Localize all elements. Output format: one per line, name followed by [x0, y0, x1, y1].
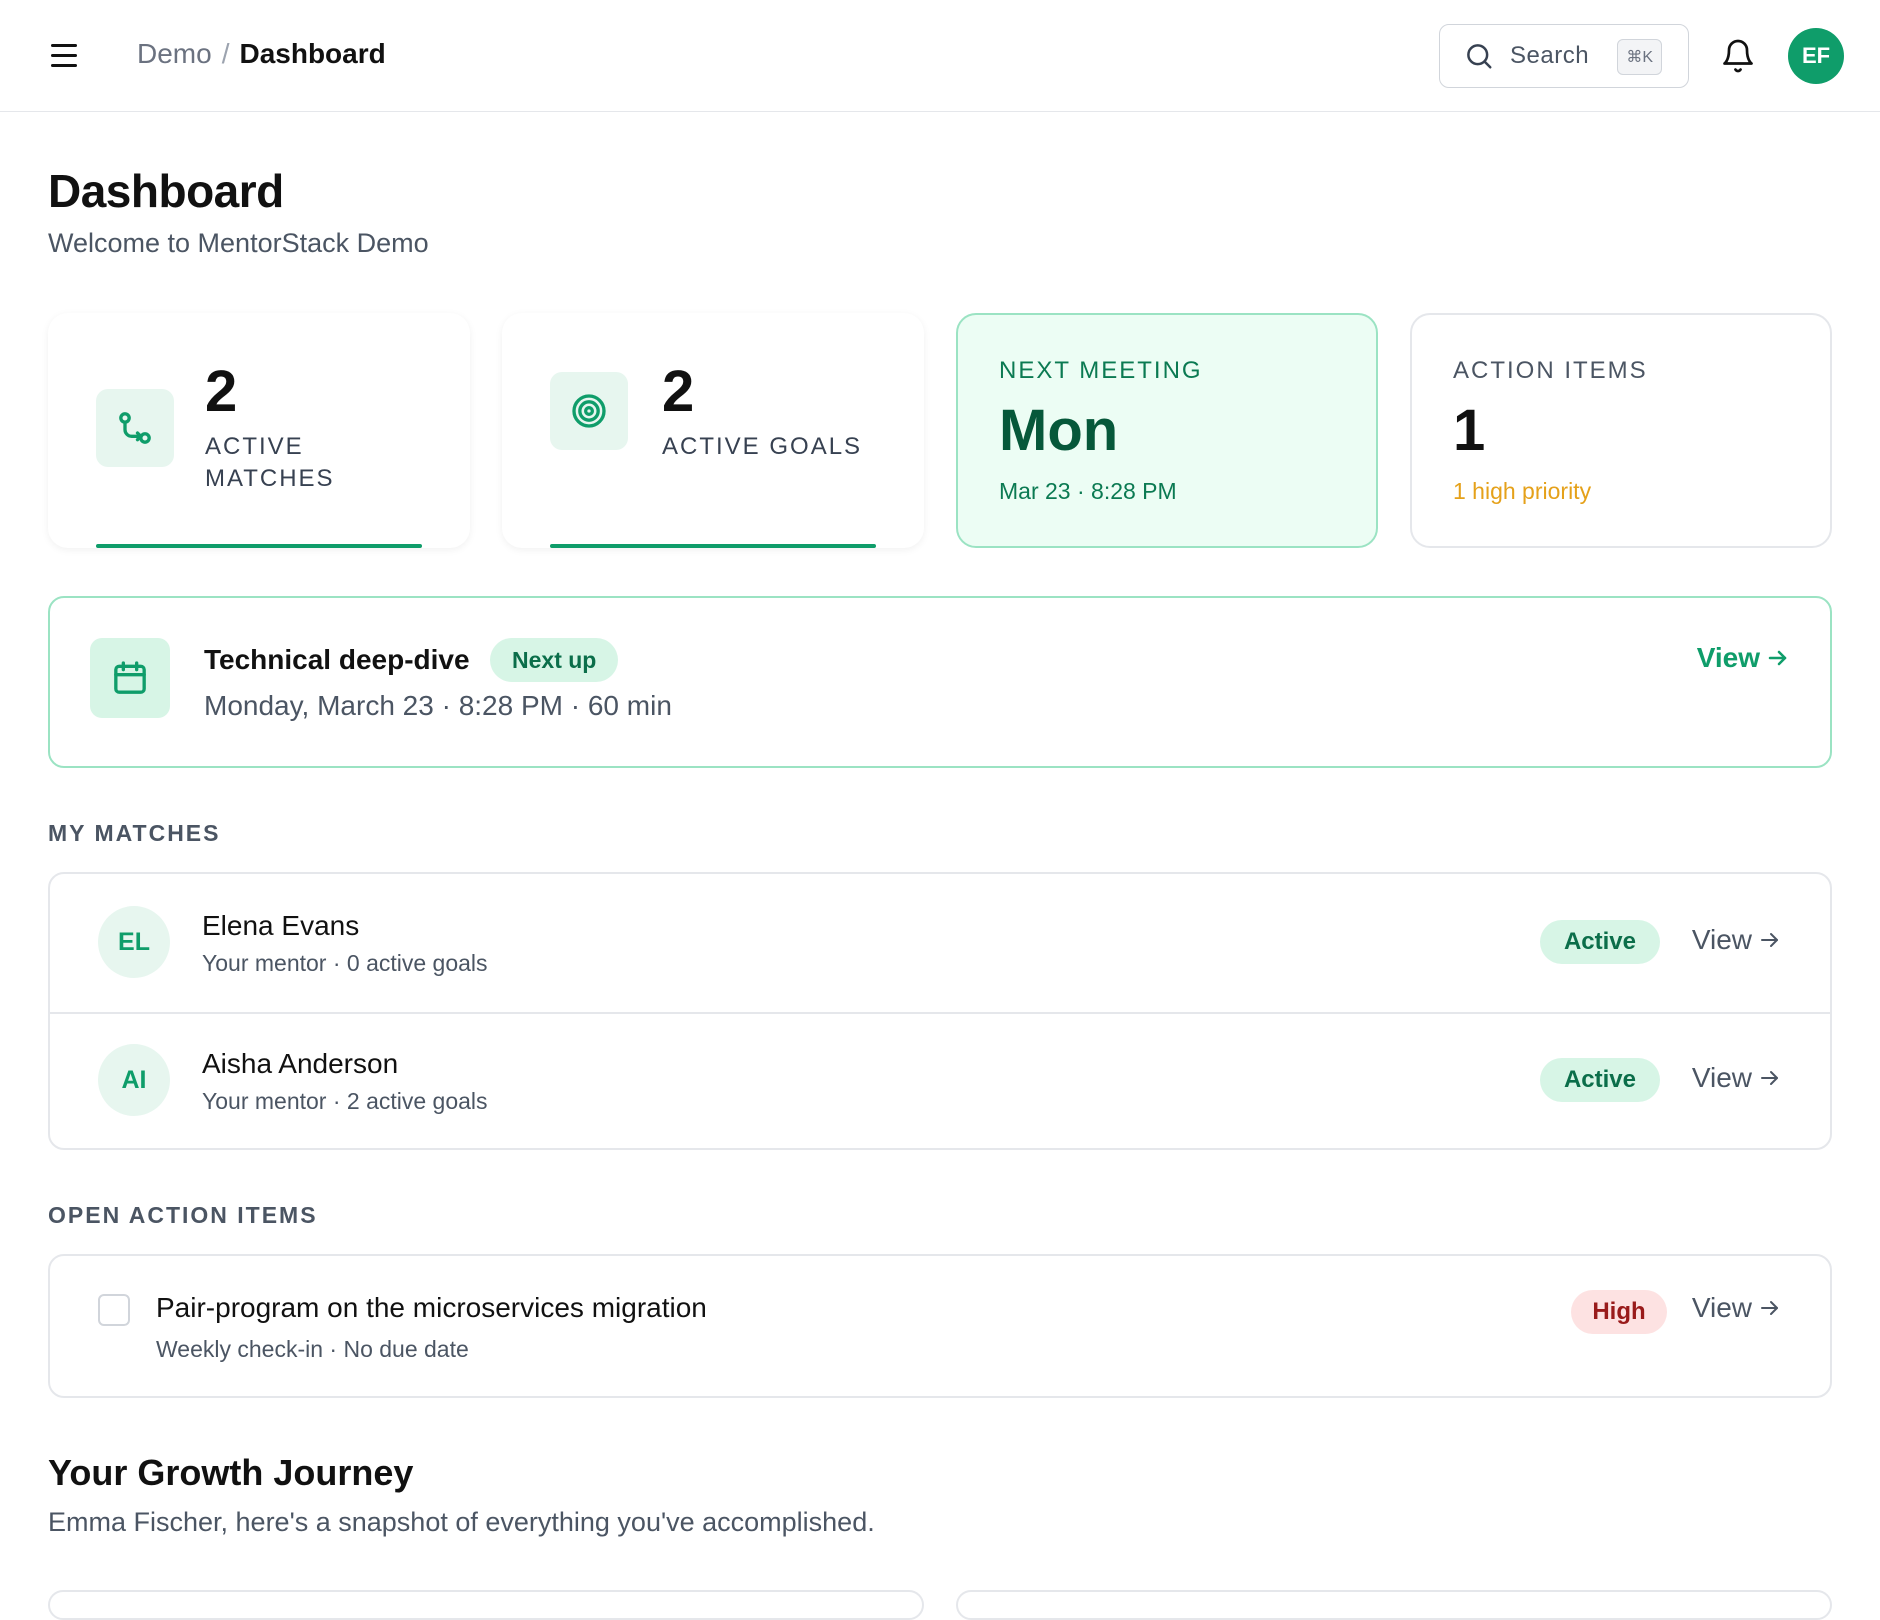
list-item[interactable]: AI Aisha Anderson Your mentor · 2 active… — [50, 1012, 1830, 1150]
growth-journey-title: Your Growth Journey — [48, 1452, 414, 1493]
target-icon — [550, 372, 628, 450]
match-name: Elena Evans — [202, 910, 360, 941]
stat-card-next-meeting[interactable]: NEXT MEETING Mon Mar 23 · 8:28 PM — [956, 313, 1378, 548]
status-badge: Active — [1540, 1058, 1660, 1102]
action-item-view-label: View — [1691, 1292, 1752, 1323]
open-action-items-heading: OPEN ACTION ITEMS — [48, 1202, 318, 1228]
action-items-caption: ACTION ITEMS — [1453, 357, 1648, 384]
arrow-right-icon — [1761, 1301, 1778, 1315]
action-item-title: Pair-program on the microservices migrat… — [156, 1292, 707, 1323]
avatar: AI — [98, 1044, 170, 1116]
action-items-count: 1 — [1453, 398, 1486, 463]
match-view-label: View — [1691, 924, 1752, 955]
match-name: Aisha Anderson — [202, 1048, 399, 1079]
git-compare-icon — [96, 389, 174, 467]
action-item-subtitle: Weekly check-in · No due date — [156, 1336, 469, 1362]
page-subtitle: Welcome to MentorStack Demo — [48, 228, 429, 258]
match-view-label: View — [1691, 1062, 1752, 1093]
meeting-view-label: View — [1696, 642, 1760, 673]
next-meeting-day: Mon — [999, 398, 1119, 463]
growth-card-right — [956, 1590, 1832, 1620]
meeting-meta: Monday, March 23 · 8:28 PM · 60 min — [204, 690, 672, 721]
calendar-icon — [90, 638, 170, 718]
next-up-badge: Next up — [490, 638, 619, 682]
action-items-list: Pair-program on the microservices migrat… — [48, 1254, 1832, 1398]
upcoming-meeting-card[interactable]: Technical deep-dive Next up Monday, Marc… — [48, 596, 1832, 768]
list-item[interactable]: EL Elena Evans Your mentor · 0 active go… — [50, 874, 1830, 1012]
next-meeting-datetime: Mar 23 · 8:28 PM — [999, 478, 1177, 504]
stat-card-active-goals[interactable]: 2 ACTIVE GOALS — [502, 313, 924, 548]
action-items-priority-note: 1 high priority — [1453, 478, 1592, 504]
active-goals-label: ACTIVE GOALS — [662, 433, 863, 460]
match-subtitle: Your mentor · 2 active goals — [202, 1088, 488, 1114]
breadcrumb-demo[interactable]: Demo — [137, 38, 212, 70]
arrow-right-icon — [1761, 933, 1778, 947]
breadcrumb-separator: / — [221, 38, 230, 69]
active-matches-label: ACTIVE MATCHES — [205, 433, 335, 492]
search-icon — [1467, 44, 1492, 69]
menu-icon[interactable] — [46, 38, 82, 74]
avatar: EL — [98, 906, 170, 978]
meeting-view-link[interactable]: View — [1697, 642, 1790, 674]
match-view-link[interactable]: View — [1692, 1062, 1782, 1094]
breadcrumb-current: Dashboard — [239, 38, 386, 69]
active-matches-progress-bar — [96, 544, 422, 548]
meeting-title: Technical deep-dive — [204, 644, 470, 675]
arrow-right-icon — [1761, 1071, 1778, 1085]
active-goals-count: 2 — [662, 359, 695, 424]
search-shortcut: ⌘K — [1617, 39, 1662, 75]
search-button[interactable]: Search ⌘K — [1439, 24, 1689, 88]
arrow-right-icon — [1768, 650, 1787, 666]
top-bar: Demo / Dashboard Search ⌘K EF — [0, 0, 1880, 112]
stat-card-active-matches[interactable]: 2 ACTIVE MATCHES — [48, 313, 470, 548]
page-title: Dashboard — [48, 165, 284, 217]
breadcrumb: Demo / Dashboard — [137, 38, 386, 70]
active-goals-progress-bar — [550, 544, 876, 548]
active-matches-count: 2 — [205, 359, 238, 424]
search-label: Search — [1510, 42, 1590, 69]
match-view-link[interactable]: View — [1692, 924, 1782, 956]
bell-icon[interactable] — [1720, 38, 1756, 74]
status-badge: Active — [1540, 920, 1660, 964]
next-meeting-caption: NEXT MEETING — [999, 357, 1203, 384]
priority-badge: High — [1571, 1290, 1667, 1334]
my-matches-heading: MY MATCHES — [48, 820, 221, 846]
stat-card-action-items[interactable]: ACTION ITEMS 1 1 high priority — [1410, 313, 1832, 548]
action-item-checkbox[interactable] — [98, 1294, 130, 1326]
matches-list: EL Elena Evans Your mentor · 0 active go… — [48, 872, 1832, 1150]
match-subtitle: Your mentor · 0 active goals — [202, 950, 488, 976]
growth-card-left — [48, 1590, 924, 1620]
growth-journey-subtitle: Emma Fischer, here's a snapshot of every… — [48, 1507, 875, 1537]
action-item-view-link[interactable]: View — [1692, 1292, 1782, 1324]
user-avatar[interactable]: EF — [1788, 28, 1844, 84]
